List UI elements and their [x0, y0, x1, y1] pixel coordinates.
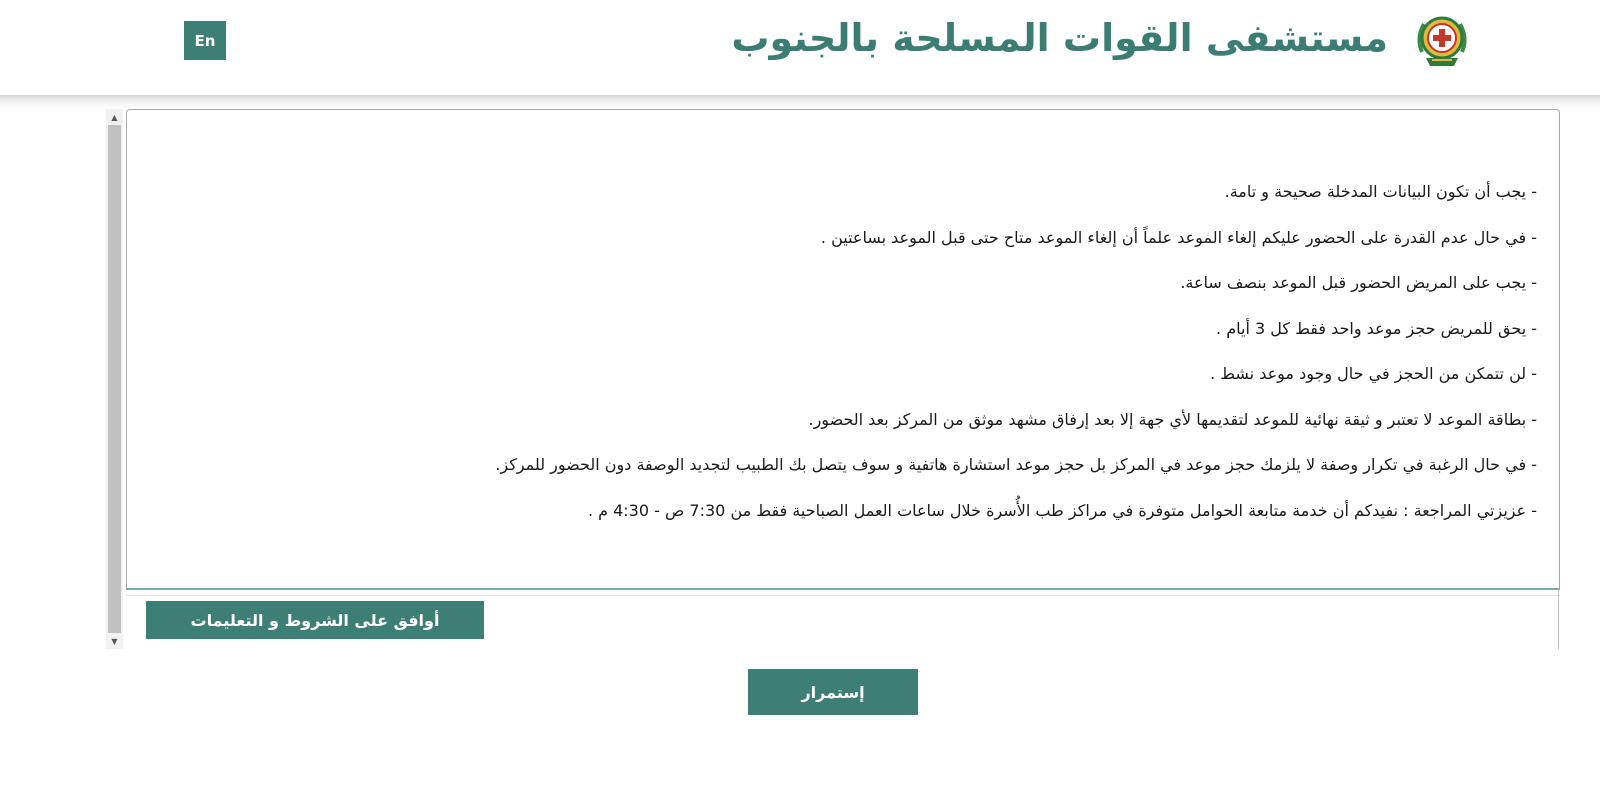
- scroll-down-arrow-icon[interactable]: ▼: [106, 633, 123, 649]
- agree-terms-button[interactable]: أوافق على الشروط و التعليمات: [146, 601, 484, 639]
- continue-button[interactable]: إستمرار: [748, 669, 918, 715]
- header-shadow: [0, 95, 1600, 109]
- terms-item: - يجب أن تكون البيانات المدخلة صحيحة و ت…: [1224, 182, 1537, 201]
- armed-forces-emblem-icon: [1417, 16, 1467, 66]
- terms-item: - يجب على المريض الحضور قبل الموعد بنصف …: [1180, 273, 1537, 292]
- site-title: مستشفى القوات المسلحة بالجنوب: [731, 16, 1388, 60]
- terms-item: - عزيزتي المراجعة : نفيدكم أن خدمة متابع…: [587, 500, 1537, 520]
- scroll-thumb[interactable]: [108, 125, 121, 633]
- divider: [1558, 589, 1559, 649]
- terms-item: - في حال الرغبة في تكرار وصفة لا يلزمك ح…: [495, 455, 1537, 474]
- scroll-up-arrow-icon[interactable]: ▲: [106, 109, 123, 125]
- terms-item: - لن تتمكن من الحجز في حال وجود موعد نشط…: [1210, 364, 1537, 383]
- terms-panel: - يجب أن تكون البيانات المدخلة صحيحة و ت…: [126, 109, 1560, 590]
- page-header: En مستشفى القوات المسلحة بالجنوب: [0, 0, 1600, 97]
- terms-list: - يجب أن تكون البيانات المدخلة صحيحة و ت…: [187, 180, 1537, 544]
- divider: [126, 595, 1560, 596]
- language-toggle-button[interactable]: En: [184, 21, 226, 60]
- terms-item: - في حال عدم القدرة على الحضور عليكم إلغ…: [820, 227, 1537, 247]
- terms-item: - بطاقة الموعد لا تعتبر و ثيقة نهائية لل…: [808, 409, 1537, 429]
- terms-frame: ▲ ▼ - يجب أن تكون البيانات المدخلة صحيحة…: [106, 109, 1560, 649]
- terms-scrollbar[interactable]: ▲ ▼: [106, 109, 123, 649]
- terms-item: - يحق للمريض حجز موعد واحد فقط كل 3 أيام…: [1216, 318, 1537, 338]
